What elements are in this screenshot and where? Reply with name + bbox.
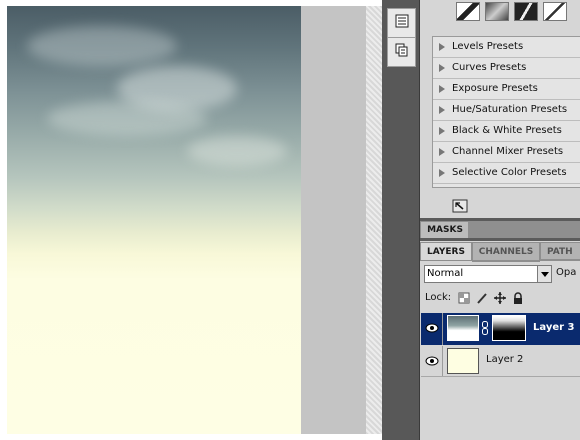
adjustment-icons-row bbox=[456, 0, 580, 22]
layer-thumbnail[interactable] bbox=[447, 315, 479, 341]
selective-color-icon[interactable] bbox=[543, 2, 567, 21]
lock-label: Lock: bbox=[425, 292, 452, 303]
threshold-icon[interactable] bbox=[514, 2, 538, 21]
gradient-map-icon[interactable] bbox=[485, 2, 509, 21]
panel-divider bbox=[420, 238, 580, 241]
expand-triangle-icon bbox=[439, 43, 445, 51]
layer-mask-thumbnail[interactable] bbox=[492, 315, 526, 341]
eye-icon[interactable] bbox=[425, 322, 439, 334]
document-canvas[interactable] bbox=[7, 6, 301, 434]
lock-icon[interactable] bbox=[512, 292, 524, 304]
pages-icon bbox=[395, 43, 407, 57]
preset-item[interactable]: Channel Mixer Presets bbox=[433, 142, 580, 163]
move-icon[interactable] bbox=[494, 292, 506, 304]
layer-row[interactable]: Layer 2 bbox=[421, 346, 580, 377]
chain-link-icon[interactable] bbox=[482, 321, 488, 335]
preset-item[interactable]: Curves Presets bbox=[433, 58, 580, 79]
opacity-label: Opa bbox=[556, 267, 577, 278]
blend-mode-select[interactable]: Normal bbox=[424, 265, 552, 283]
expand-triangle-icon bbox=[439, 106, 445, 114]
canvas-gutter bbox=[301, 6, 366, 434]
eye-column-divider bbox=[442, 313, 443, 345]
expand-view-icon[interactable] bbox=[452, 199, 468, 213]
tab-divider bbox=[420, 260, 580, 261]
layer-thumbnail[interactable] bbox=[447, 348, 479, 374]
layer-name[interactable]: Layer 3 bbox=[533, 322, 574, 333]
eye-column-divider bbox=[442, 346, 443, 376]
vertical-scrollbar[interactable] bbox=[366, 6, 382, 434]
clone-source-panel-button[interactable] bbox=[387, 37, 416, 67]
tab-layers[interactable]: LAYERS bbox=[420, 242, 472, 261]
history-panel-button[interactable] bbox=[387, 8, 416, 38]
expand-triangle-icon bbox=[439, 127, 445, 135]
blend-mode-value: Normal bbox=[427, 268, 464, 279]
tab-paths[interactable]: PATH bbox=[540, 242, 580, 260]
preset-item[interactable]: Levels Presets bbox=[433, 37, 580, 58]
expand-triangle-icon bbox=[439, 148, 445, 156]
checker-icon[interactable] bbox=[456, 2, 480, 21]
preset-item[interactable]: Exposure Presets bbox=[433, 79, 580, 100]
lock-transparency-icon[interactable] bbox=[458, 292, 470, 304]
panel-dock bbox=[382, 0, 420, 440]
tab-channels[interactable]: CHANNELS bbox=[472, 242, 540, 262]
history-icon bbox=[395, 14, 408, 28]
expand-triangle-icon bbox=[439, 64, 445, 72]
expand-triangle-icon bbox=[439, 85, 445, 93]
tab-masks[interactable]: MASKS bbox=[420, 221, 470, 239]
preset-item[interactable]: Black & White Presets bbox=[433, 121, 580, 142]
layer-row[interactable]: Layer 3 bbox=[421, 313, 580, 345]
masks-panel-header bbox=[468, 221, 580, 238]
preset-item[interactable]: Hue/Saturation Presets bbox=[433, 100, 580, 121]
dropdown-arrow-icon[interactable] bbox=[537, 266, 551, 282]
eye-icon[interactable] bbox=[425, 355, 439, 367]
preset-item[interactable]: Selective Color Presets bbox=[433, 163, 580, 184]
brush-icon[interactable] bbox=[476, 292, 488, 304]
expand-triangle-icon bbox=[439, 169, 445, 177]
layer-name[interactable]: Layer 2 bbox=[486, 354, 523, 365]
adjustment-presets-list: Levels Presets Curves Presets Exposure P… bbox=[432, 36, 580, 188]
